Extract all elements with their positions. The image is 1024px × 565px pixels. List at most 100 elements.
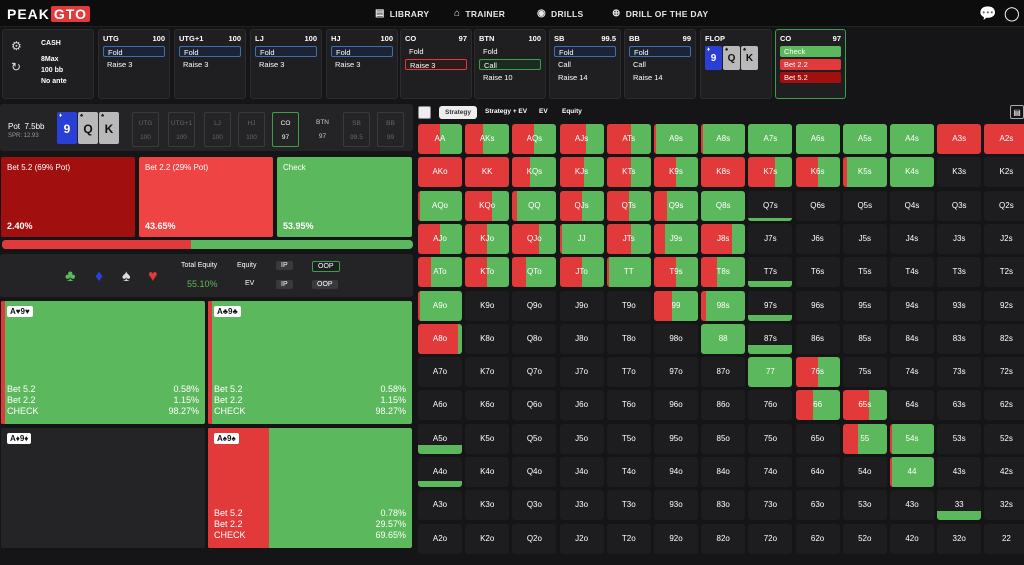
range-cell-98s[interactable]: 98s	[701, 290, 746, 321]
range-cell-33[interactable]: 33	[937, 490, 982, 521]
range-cell-65o[interactable]: 65o	[795, 423, 840, 454]
diamond-filter-icon[interactable]: ♦	[95, 268, 103, 286]
range-cell-JJ[interactable]: JJ	[559, 223, 604, 254]
range-cell-74o[interactable]: 74o	[748, 457, 793, 487]
nav-library[interactable]: ▤ LIBRARY	[375, 8, 429, 19]
range-cell-JTs[interactable]: JTs	[606, 223, 651, 254]
position-action[interactable]: Fold	[103, 46, 165, 57]
range-cell-86o[interactable]: 86o	[701, 390, 746, 421]
range-cell-84o[interactable]: 84o	[701, 457, 746, 487]
range-cell-Q7s[interactable]: Q7s	[748, 190, 793, 221]
range-cell-AQo[interactable]: AQo	[418, 190, 462, 221]
position-action[interactable]: Fold	[179, 46, 241, 57]
position-card-utgplus1[interactable]: UTG+1 100 Fold Raise 3	[174, 29, 246, 99]
position-action[interactable]: Raise 3	[255, 59, 317, 70]
range-cell-93o[interactable]: 93o	[654, 490, 698, 521]
range-cell-62o[interactable]: 62o	[795, 523, 840, 554]
co-action-bet-small[interactable]: Bet 2.2	[780, 59, 841, 70]
range-cell-65s[interactable]: 65s	[842, 390, 887, 421]
range-cell-62s[interactable]: 62s	[984, 390, 1024, 421]
range-cell-73s[interactable]: 73s	[937, 357, 982, 388]
range-cell-72s[interactable]: 72s	[984, 357, 1024, 388]
range-cell-A6s[interactable]: A6s	[795, 124, 840, 154]
range-cell-32o[interactable]: 32o	[937, 523, 982, 554]
range-cell-32s[interactable]: 32s	[984, 490, 1024, 521]
position-card-sb[interactable]: SB 99.5 Fold Call Raise 14	[549, 29, 621, 99]
range-cell-84s[interactable]: 84s	[890, 323, 934, 354]
tab-equity[interactable]: Equity	[562, 108, 582, 115]
range-cell-96o[interactable]: 96o	[654, 390, 698, 421]
range-cell-95o[interactable]: 95o	[654, 423, 698, 454]
range-cell-99[interactable]: 99	[654, 290, 698, 321]
range-cell-87s[interactable]: 87s	[748, 323, 793, 354]
range-cell-43o[interactable]: 43o	[890, 490, 934, 521]
range-cell-97s[interactable]: 97s	[748, 290, 793, 321]
range-cell-K4o[interactable]: K4o	[465, 457, 510, 487]
hand-combo-box[interactable]: A♦9♦	[1, 428, 205, 548]
range-cell-96s[interactable]: 96s	[795, 290, 840, 321]
range-cell-K5s[interactable]: K5s	[842, 157, 887, 188]
range-cell-J9s[interactable]: J9s	[654, 223, 698, 254]
range-cell-K8s[interactable]: K8s	[701, 157, 746, 188]
range-cell-AQs[interactable]: AQs	[512, 124, 557, 154]
range-cell-T4s[interactable]: T4s	[890, 257, 934, 288]
range-cell-T7o[interactable]: T7o	[606, 357, 651, 388]
range-cell-82s[interactable]: 82s	[984, 323, 1024, 354]
range-cell-A3o[interactable]: A3o	[418, 490, 462, 521]
range-cell-53o[interactable]: 53o	[842, 490, 887, 521]
position-action[interactable]: Fold	[629, 46, 691, 57]
range-cell-52o[interactable]: 52o	[842, 523, 887, 554]
nav-drill-of-the-day[interactable]: ⊕ DRILL OF THE DAY	[612, 8, 708, 19]
position-action[interactable]: Call	[554, 59, 616, 70]
range-cell-T6s[interactable]: T6s	[795, 257, 840, 288]
range-cell-J8s[interactable]: J8s	[701, 223, 746, 254]
strategy-bet-small[interactable]: Bet 2.2 (29% Pot) 43.65%	[139, 157, 273, 237]
range-cell-Q6s[interactable]: Q6s	[795, 190, 840, 221]
position-action[interactable]: Raise 3	[103, 59, 165, 70]
range-cell-T8s[interactable]: T8s	[701, 257, 746, 288]
range-cell-AKs[interactable]: AKs	[465, 124, 510, 154]
range-cell-T9s[interactable]: T9s	[654, 257, 698, 288]
seat-sb[interactable]: SB 99.5	[343, 112, 370, 147]
strategy-check[interactable]: Check 53.95%	[277, 157, 412, 237]
hand-combo-box[interactable]: A♠9♠ Bet 5.2 0.78% Bet 2.2 29.57% CHECK 69.65%	[208, 428, 412, 548]
co-decision-card[interactable]: CO 97 Check Bet 2.2 Bet 5.2	[775, 29, 846, 99]
range-cell-92s[interactable]: 92s	[984, 290, 1024, 321]
range-cell-J3o[interactable]: J3o	[559, 490, 604, 521]
range-cell-Q4o[interactable]: Q4o	[512, 457, 557, 487]
position-card-hj[interactable]: HJ 100 Fold Raise 3	[326, 29, 398, 99]
position-card-bb[interactable]: BB 99 Fold Call Raise 14	[624, 29, 696, 99]
range-cell-A4o[interactable]: A4o	[418, 457, 462, 487]
position-action[interactable]: Fold	[479, 46, 541, 57]
range-cell-K7o[interactable]: K7o	[465, 357, 510, 388]
range-cell-J6o[interactable]: J6o	[559, 390, 604, 421]
range-cell-T3s[interactable]: T3s	[937, 257, 982, 288]
range-cell-J2s[interactable]: J2s	[984, 223, 1024, 254]
position-action[interactable]: Raise 3	[331, 59, 393, 70]
range-cell-KTo[interactable]: KTo	[465, 257, 510, 288]
range-cell-52s[interactable]: 52s	[984, 423, 1024, 454]
tab-ev[interactable]: EV	[539, 108, 548, 115]
position-card-co[interactable]: CO 97 Fold Raise 3	[400, 29, 472, 99]
range-cell-K8o[interactable]: K8o	[465, 323, 510, 354]
equity-oop-toggle[interactable]: OOP	[312, 261, 340, 272]
range-cell-T3o[interactable]: T3o	[606, 490, 651, 521]
range-cell-87o[interactable]: 87o	[701, 357, 746, 388]
position-card-utg[interactable]: UTG 100 Fold Raise 3	[98, 29, 170, 99]
position-action[interactable]: Fold	[255, 46, 317, 57]
range-cell-63s[interactable]: 63s	[937, 390, 982, 421]
seat-co[interactable]: CO 97	[272, 112, 299, 147]
flop-card[interactable]: FLOP ♦ 9 ♠ Q ♠ K	[700, 29, 772, 99]
peakgto-logo[interactable]: PEAK GTO	[7, 5, 90, 22]
range-cell-94o[interactable]: 94o	[654, 457, 698, 487]
co-action-check[interactable]: Check	[780, 46, 841, 57]
range-cell-J8o[interactable]: J8o	[559, 323, 604, 354]
range-cell-QJo[interactable]: QJo	[512, 223, 557, 254]
range-cell-A9s[interactable]: A9s	[654, 124, 698, 154]
seat-bb[interactable]: BB 99	[377, 112, 404, 147]
range-cell-AA[interactable]: AA	[418, 124, 462, 154]
range-cell-55[interactable]: 55	[842, 423, 887, 454]
range-cell-43s[interactable]: 43s	[937, 457, 982, 487]
range-cell-KQo[interactable]: KQo	[465, 190, 510, 221]
range-cell-64o[interactable]: 64o	[795, 457, 840, 487]
